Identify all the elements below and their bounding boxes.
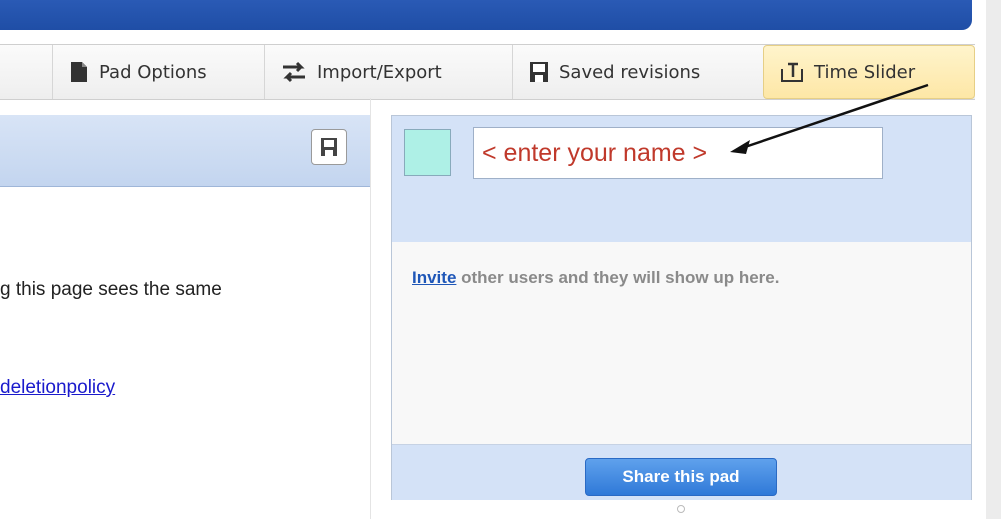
time-slider-icon	[781, 62, 803, 82]
invite-text: other users and they will show up here.	[456, 268, 780, 287]
resize-handle[interactable]	[677, 505, 685, 513]
editor-body[interactable]: g this page sees the same deletionpolicy	[0, 187, 370, 519]
my-user-area	[392, 116, 971, 242]
header-bar	[0, 0, 972, 30]
invite-link[interactable]: Invite	[412, 268, 456, 287]
time-slider-button[interactable]: Time Slider	[763, 45, 975, 99]
pad-options-button[interactable]: Pad Options	[52, 45, 264, 99]
toolbar: Pad Options Import/Export Saved revision…	[0, 44, 975, 100]
panel-divider	[370, 98, 371, 519]
users-panel: Invite other users and they will show up…	[391, 115, 972, 500]
invite-message: Invite other users and they will show up…	[412, 268, 779, 288]
save-button[interactable]	[311, 129, 347, 165]
saved-revisions-button[interactable]: Saved revisions	[512, 45, 763, 99]
document-icon	[71, 62, 87, 82]
editor-text-line: g this page sees the same	[0, 279, 222, 300]
user-color-swatch[interactable]	[404, 129, 451, 176]
import-export-label: Import/Export	[317, 61, 442, 83]
import-export-button[interactable]: Import/Export	[264, 45, 512, 99]
save-icon	[321, 138, 337, 156]
users-footer: Share this pad	[392, 444, 971, 500]
share-pad-button[interactable]: Share this pad	[585, 458, 777, 496]
editor-header	[0, 115, 370, 187]
time-slider-label: Time Slider	[814, 61, 916, 83]
deletion-policy-link[interactable]: deletionpolicy	[0, 377, 115, 399]
saved-revisions-label: Saved revisions	[559, 61, 701, 83]
pad-options-label: Pad Options	[99, 61, 207, 83]
swap-arrows-icon	[283, 61, 305, 83]
save-icon	[530, 62, 548, 82]
name-input[interactable]	[473, 127, 883, 179]
scrollbar[interactable]	[986, 0, 1001, 519]
